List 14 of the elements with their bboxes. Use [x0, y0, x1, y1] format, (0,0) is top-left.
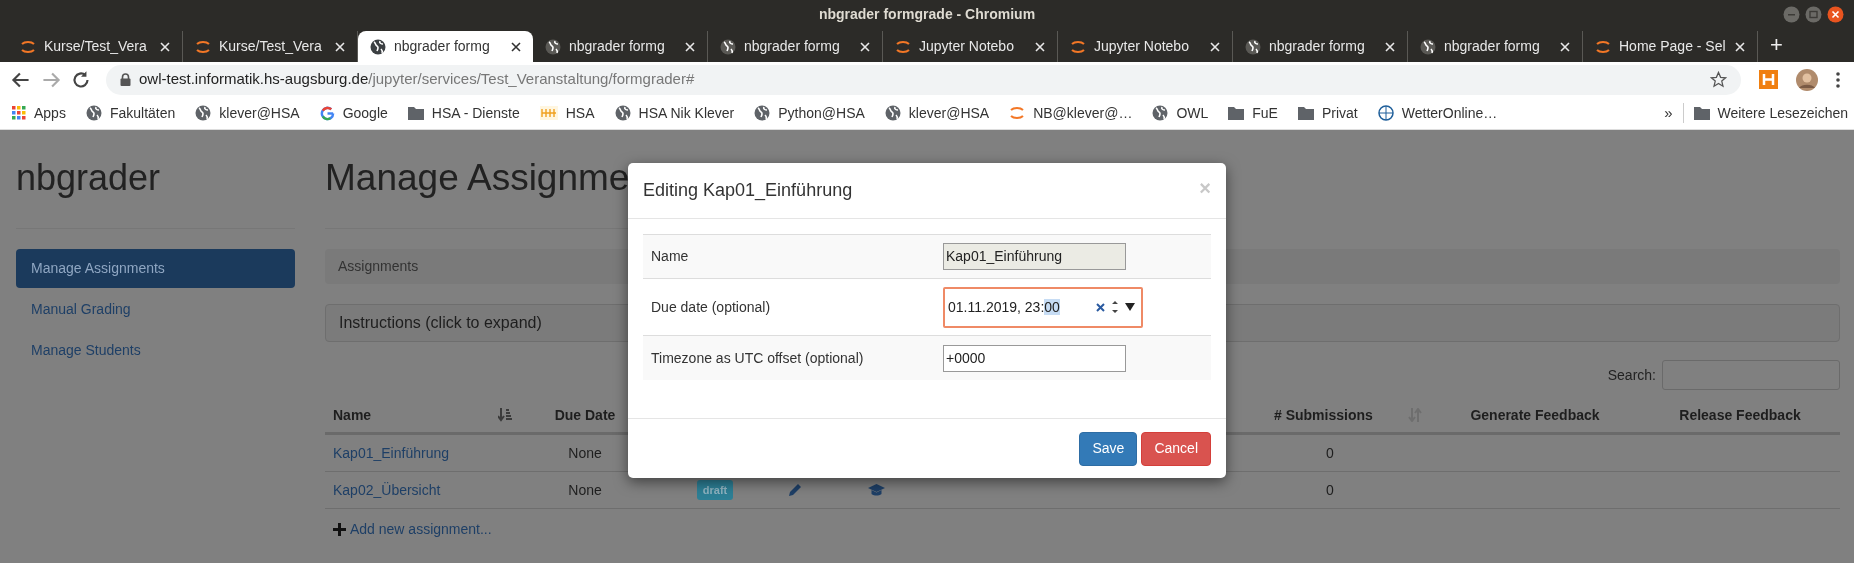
table-cell-text: None	[568, 480, 602, 500]
table-cell-text: 0	[1326, 480, 1334, 500]
table-cell-text: None	[568, 443, 602, 463]
field-label: Due date (optional)	[650, 297, 772, 317]
field-label: Timezone as UTC offset (optional)	[650, 348, 865, 368]
table-cell-text: 0	[1326, 443, 1334, 463]
search-label: Search:	[1607, 365, 1656, 385]
page-heading: Manage Assignme	[325, 156, 630, 200]
status-badge: draft	[696, 479, 734, 501]
brand-title: nbgrader	[16, 156, 162, 200]
field-label: Name	[650, 247, 690, 266]
url-text: owl-test.informatik.hs-augsburg.de/jupyter/services/Test_Veranstaltung/formgrader#	[139, 69, 695, 90]
window-title: nbgrader formgrade - Chromium	[818, 5, 1036, 24]
dialog-title: Editing Kap01_Einführung	[643, 179, 853, 203]
